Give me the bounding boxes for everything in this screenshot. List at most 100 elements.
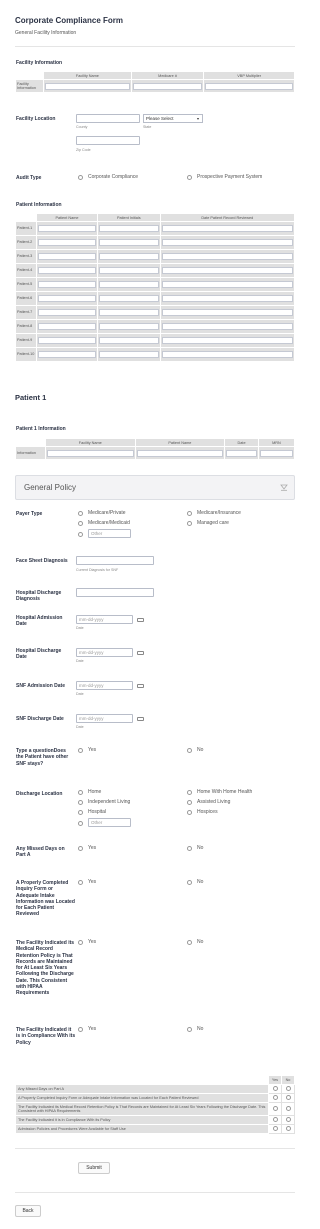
medicare-number-field[interactable]: [132, 82, 203, 90]
other-snf-yes-radio[interactable]: [78, 748, 83, 753]
patient-name-field[interactable]: [38, 323, 96, 330]
snf-admission-date-field[interactable]: mm-dd-yyyy: [76, 681, 133, 690]
payer-radio[interactable]: [78, 521, 83, 526]
no-radio[interactable]: [187, 940, 192, 945]
date-label: SNF Discharge Date: [16, 716, 64, 722]
discharge-radio[interactable]: [78, 800, 83, 805]
review-date-field[interactable]: [161, 225, 293, 232]
form-title: Corporate Compliance Form: [15, 16, 124, 25]
patient-initials-field[interactable]: [98, 225, 159, 232]
p1-patient-name-field[interactable]: [136, 449, 224, 457]
review-date-field[interactable]: [161, 253, 293, 260]
review-date-field[interactable]: [161, 337, 293, 344]
review-date-field[interactable]: [161, 295, 293, 302]
row-label: Patient-6: [15, 291, 37, 306]
patient-initials-field[interactable]: [98, 351, 159, 358]
patient-initials-field[interactable]: [98, 253, 159, 260]
no-radio[interactable]: [187, 846, 192, 851]
patient-name-field[interactable]: [38, 337, 96, 344]
p1-mrn-field[interactable]: [259, 449, 293, 457]
matrix-yes-radio[interactable]: [272, 1105, 278, 1111]
yes-radio[interactable]: [78, 880, 83, 885]
yes-radio[interactable]: [78, 1027, 83, 1032]
radio-label: Prospective Payment System: [197, 174, 263, 180]
matrix-yes-radio[interactable]: [272, 1116, 278, 1122]
matrix-no-radio[interactable]: [285, 1116, 291, 1122]
zip-code-field[interactable]: [76, 136, 140, 145]
other-snf-no-radio[interactable]: [187, 748, 192, 753]
back-button[interactable]: Back: [15, 1205, 41, 1217]
review-date-field[interactable]: [161, 323, 293, 330]
no-radio[interactable]: [187, 1027, 192, 1032]
matrix-yes-radio[interactable]: [272, 1125, 278, 1131]
no-radio[interactable]: [187, 880, 192, 885]
patient-initials-field[interactable]: [98, 239, 159, 246]
discharge-radio[interactable]: [187, 810, 192, 815]
matrix-yes-radio[interactable]: [272, 1085, 278, 1091]
vbp-multiplier-field[interactable]: [205, 82, 293, 90]
column-header: Medicare #: [130, 71, 205, 80]
payer-radio[interactable]: [78, 532, 83, 537]
audit-corporate-radio[interactable]: [78, 175, 83, 180]
patient-initials-field[interactable]: [98, 267, 159, 274]
discharge-radio[interactable]: [78, 810, 83, 815]
county-field[interactable]: [76, 114, 140, 123]
discharge-other-field[interactable]: Other: [88, 818, 131, 827]
patient-name-field[interactable]: [38, 295, 96, 302]
hospital-discharge-date-field[interactable]: mm-dd-yyyy: [76, 648, 133, 657]
patient-name-field[interactable]: [38, 281, 96, 288]
p1-date-field[interactable]: [226, 449, 257, 457]
discharge-radio[interactable]: [78, 821, 83, 826]
review-date-field[interactable]: [161, 267, 293, 274]
form-subtitle: General Facility Information: [15, 30, 77, 36]
patient-name-field[interactable]: [38, 225, 96, 232]
patient-1-info-label: Patient 1 Information: [16, 426, 66, 432]
patient-name-field[interactable]: [38, 253, 96, 260]
matrix-no-radio[interactable]: [285, 1105, 291, 1111]
calendar-icon[interactable]: [137, 651, 144, 655]
yes-radio[interactable]: [78, 846, 83, 851]
audit-pps-radio[interactable]: [187, 175, 192, 180]
state-select[interactable]: Please Select ▾: [143, 114, 203, 123]
patient-name-field[interactable]: [38, 351, 96, 358]
review-date-field[interactable]: [161, 281, 293, 288]
radio-label: Managed care: [197, 520, 229, 526]
matrix-no-radio[interactable]: [285, 1085, 291, 1091]
matrix-no-radio[interactable]: [285, 1125, 291, 1131]
payer-radio[interactable]: [187, 521, 192, 526]
patient-initials-field[interactable]: [98, 281, 159, 288]
general-policy-section[interactable]: General Policy: [15, 475, 295, 500]
matrix-no-radio[interactable]: [285, 1094, 291, 1100]
matrix-yes-radio[interactable]: [272, 1094, 278, 1100]
date-sublabel: Date: [76, 659, 84, 663]
p1-facility-name-field[interactable]: [47, 449, 134, 457]
yes-radio[interactable]: [78, 940, 83, 945]
patient-initials-field[interactable]: [98, 295, 159, 302]
calendar-icon[interactable]: [137, 618, 144, 622]
hospital-discharge-diagnosis-field[interactable]: [76, 588, 154, 597]
patient-initials-field[interactable]: [98, 309, 159, 316]
patient-name-field[interactable]: [38, 239, 96, 246]
hospital-admission-date-field[interactable]: mm-dd-yyyy: [76, 615, 133, 624]
patient-initials-field[interactable]: [98, 323, 159, 330]
patient-name-field[interactable]: [38, 267, 96, 274]
facility-name-field[interactable]: [45, 82, 130, 90]
payer-radio[interactable]: [187, 511, 192, 516]
submit-button[interactable]: Submit: [78, 1162, 110, 1174]
discharge-radio[interactable]: [187, 790, 192, 795]
patient-1-heading: Patient 1: [15, 393, 47, 402]
payer-other-field[interactable]: Other: [88, 529, 131, 538]
date-label: Hospital Admission Date: [16, 615, 63, 628]
discharge-radio[interactable]: [78, 790, 83, 795]
patient-name-field[interactable]: [38, 309, 96, 316]
face-sheet-field[interactable]: [76, 556, 154, 565]
calendar-icon[interactable]: [137, 684, 144, 688]
review-date-field[interactable]: [161, 351, 293, 358]
payer-radio[interactable]: [78, 511, 83, 516]
patient-initials-field[interactable]: [98, 337, 159, 344]
discharge-radio[interactable]: [187, 800, 192, 805]
snf-discharge-date-field[interactable]: mm-dd-yyyy: [76, 714, 133, 723]
review-date-field[interactable]: [161, 309, 293, 316]
review-date-field[interactable]: [161, 239, 293, 246]
calendar-icon[interactable]: [137, 717, 144, 721]
